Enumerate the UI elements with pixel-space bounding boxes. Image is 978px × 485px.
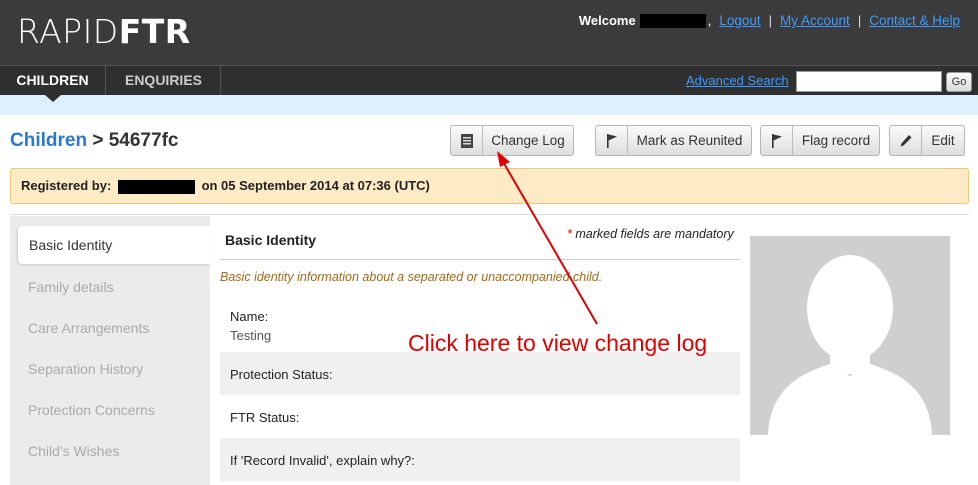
tab-enquiries[interactable]: ENQUIRIES	[107, 66, 221, 96]
breadcrumb-separator: >	[92, 130, 104, 151]
flag-record-label: Flag record	[801, 133, 871, 148]
field-value: Testing	[230, 328, 272, 343]
user-bar: Welcome , Logout | My Account | Contact …	[579, 13, 960, 28]
separator: |	[768, 13, 773, 28]
separator: |	[857, 13, 862, 28]
divider	[10, 214, 969, 215]
avatar-placeholder-icon	[768, 255, 932, 435]
active-tab-pointer	[45, 95, 61, 102]
section-divider	[220, 259, 740, 260]
app-logo[interactable]: RAPIDFTR	[17, 10, 191, 54]
record-id: 54677fc	[108, 130, 179, 151]
flag-icon	[761, 126, 793, 155]
edit-label: Edit	[931, 133, 955, 148]
registered-info-bar: Registered by: on 05 September 2014 at 0…	[10, 168, 969, 204]
search-input[interactable]	[796, 71, 942, 92]
annotation-text: Click here to view change log	[408, 330, 708, 356]
flag-icon	[596, 126, 628, 155]
sidebar-item-protection-concerns[interactable]: Protection Concerns	[28, 402, 155, 418]
breadcrumb-children[interactable]: Children	[10, 130, 87, 151]
field-label: Protection Status:	[230, 367, 333, 382]
logo-bold-text: FTR	[118, 12, 191, 51]
sidebar-item-care-arrangements[interactable]: Care Arrangements	[28, 320, 149, 336]
sidebar-item-separation-history[interactable]: Separation History	[28, 361, 143, 377]
mandatory-text: marked fields are mandatory	[575, 227, 734, 241]
mandatory-star: *	[567, 227, 572, 241]
redacted-registrar	[117, 179, 195, 194]
main-nav: CHILDREN ENQUIRIES Advanced Search Go	[0, 65, 978, 102]
field-label: Name:	[230, 309, 269, 324]
contact-help-link[interactable]: Contact & Help	[869, 13, 960, 28]
tab-children[interactable]: CHILDREN	[0, 66, 106, 96]
page-title: Children > 54677fc	[10, 130, 178, 152]
registered-detail: on 05 September 2014 at 07:36 (UTC)	[201, 178, 430, 193]
child-photo-placeholder[interactable]	[750, 236, 950, 435]
comma: ,	[707, 13, 712, 28]
change-log-label: Change Log	[491, 133, 565, 148]
field-label: If 'Record Invalid', explain why?:	[230, 453, 415, 468]
sub-bar	[0, 95, 978, 115]
sidebar-item-childs-wishes[interactable]: Child's Wishes	[28, 443, 119, 459]
change-log-button[interactable]: Change Log	[450, 125, 574, 156]
logout-link[interactable]: Logout	[719, 13, 760, 28]
go-button[interactable]: Go	[946, 72, 972, 92]
document-list-icon	[451, 126, 483, 155]
flag-record-button[interactable]: Flag record	[760, 125, 880, 156]
mark-reunited-label: Mark as Reunited	[636, 133, 743, 148]
my-account-link[interactable]: My Account	[780, 13, 850, 28]
welcome-label: Welcome	[578, 13, 636, 28]
mark-reunited-button[interactable]: Mark as Reunited	[595, 125, 752, 156]
field-row-ftr-status: FTR Status:	[220, 395, 740, 438]
field-label: FTR Status:	[230, 410, 300, 425]
field-row-protection-status: Protection Status:	[220, 352, 740, 395]
logo-light-text: RAPID	[17, 12, 119, 51]
advanced-search-link[interactable]: Advanced Search	[686, 73, 789, 88]
sidebar-item-family-details[interactable]: Family details	[28, 279, 114, 295]
redacted-username	[639, 13, 706, 28]
pencil-icon	[890, 126, 922, 155]
edit-button[interactable]: Edit	[889, 125, 965, 156]
mandatory-note: * marked fields are mandatory	[567, 227, 734, 241]
section-description: Basic identity information about a separ…	[220, 270, 603, 284]
sidebar-item-basic-identity[interactable]: Basic Identity	[18, 226, 210, 264]
field-row-record-invalid: If 'Record Invalid', explain why?:	[220, 438, 740, 481]
section-title: Basic Identity	[225, 232, 317, 248]
app-header: RAPIDFTR Welcome , Logout | My Account |…	[0, 0, 978, 65]
registered-label: Registered by:	[21, 178, 112, 193]
